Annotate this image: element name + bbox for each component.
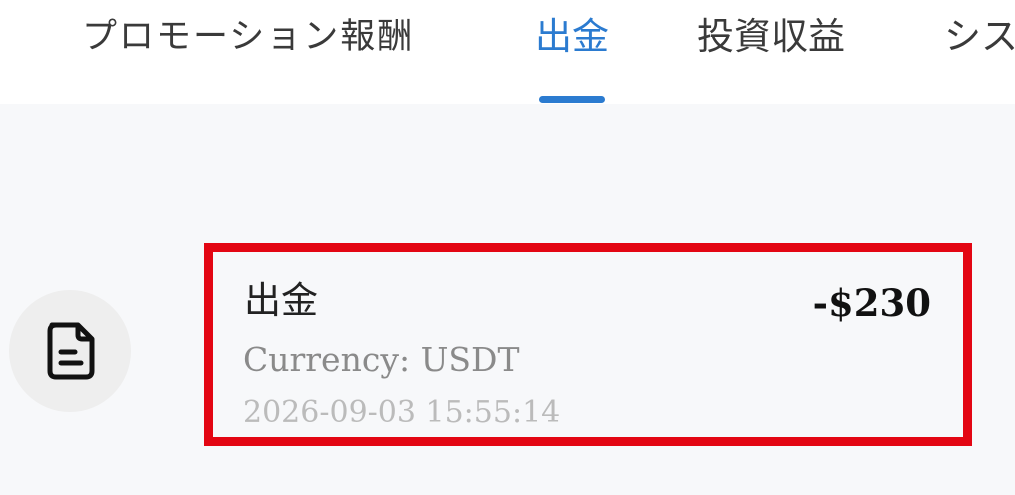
transaction-record[interactable]: 出金 -$230 Currency: USDT 2026-09-03 15:55…: [204, 243, 972, 446]
record-icon-container: [9, 290, 131, 412]
document-icon: [47, 322, 95, 380]
record-title: 出金: [244, 279, 318, 322]
record-currency: Currency: USDT: [243, 340, 520, 379]
tab-system[interactable]: シス: [944, 12, 1015, 62]
tab-promotion-reward[interactable]: プロモーション報酬: [82, 12, 414, 62]
record-amount: -$230: [812, 281, 931, 325]
record-timestamp: 2026-09-03 15:55:14: [243, 395, 561, 430]
active-tab-indicator: [539, 96, 605, 103]
tab-investment-income[interactable]: 投資収益: [697, 12, 845, 62]
tab-bar: プロモーション報酬 出金 投資収益 シス: [0, 0, 1015, 104]
tab-withdrawal[interactable]: 出金: [535, 12, 609, 62]
